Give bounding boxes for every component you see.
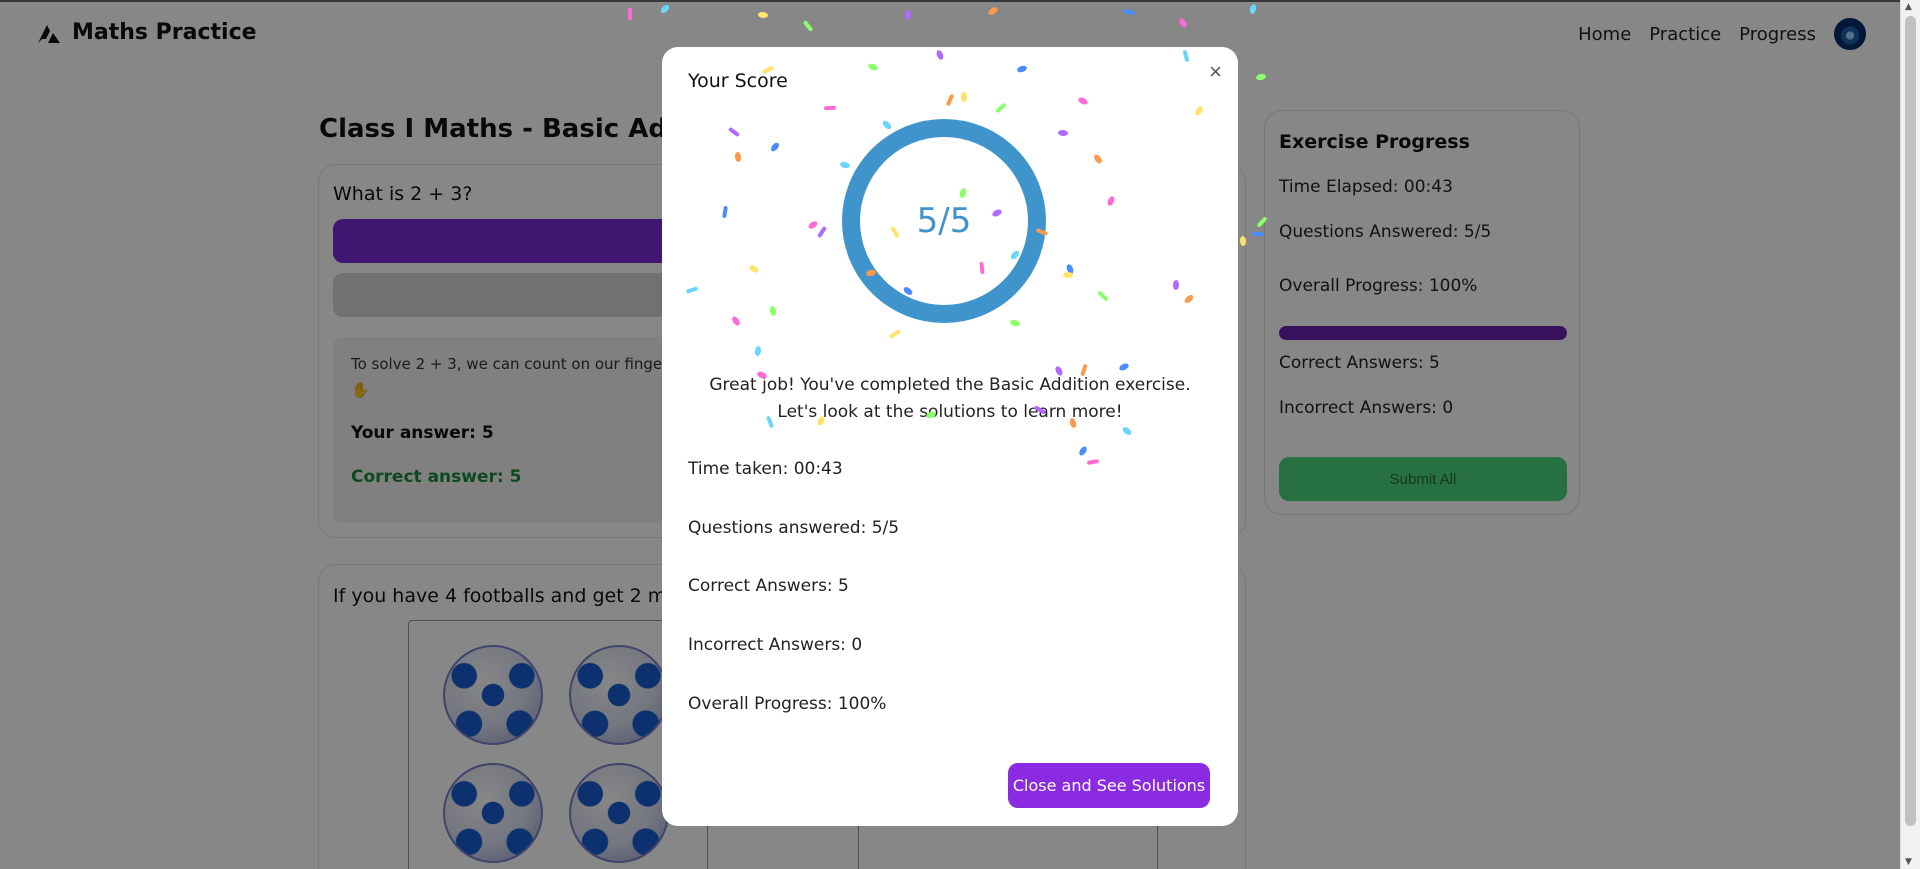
score-modal: Your Score × 5/5 Great job! You've compl…: [662, 47, 1238, 826]
scrollbar-thumb[interactable]: [1905, 16, 1916, 826]
close-icon[interactable]: ×: [1209, 59, 1222, 85]
score-ring: 5/5: [842, 119, 1046, 323]
close-and-see-solutions-button[interactable]: Close and See Solutions: [1008, 763, 1210, 808]
page-scrollbar[interactable]: ▲ ▼: [1900, 0, 1920, 869]
score-value: 5/5: [916, 201, 972, 241]
overall-progress: Overall Progress: 100%: [688, 694, 887, 714]
completion-message: Great job! You've completed the Basic Ad…: [709, 375, 1191, 422]
scroll-down-icon[interactable]: ▼: [1905, 857, 1912, 867]
incorrect-answers: Incorrect Answers: 0: [688, 635, 863, 655]
modal-title: Your Score: [688, 70, 788, 92]
time-taken: Time taken: 00:43: [688, 459, 843, 479]
correct-answers: Correct Answers: 5: [688, 576, 849, 596]
questions-answered: Questions answered: 5/5: [688, 518, 900, 538]
scroll-up-icon[interactable]: ▲: [1905, 2, 1912, 12]
